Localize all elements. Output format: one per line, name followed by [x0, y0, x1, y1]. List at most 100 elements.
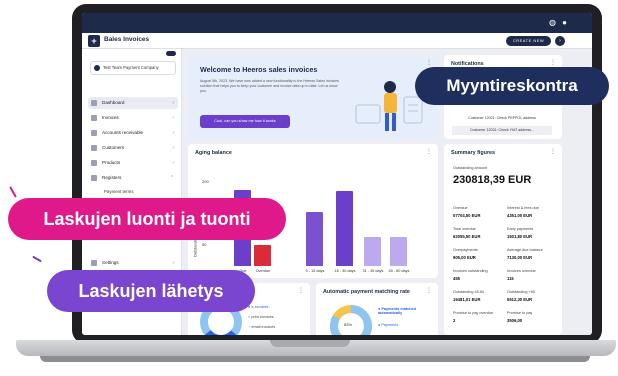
user-icon[interactable]: ● [560, 18, 569, 27]
more-vertical-icon[interactable]: ⋮ [298, 287, 304, 294]
people-icon [91, 145, 97, 151]
legend-payments: ● Payments [378, 323, 399, 327]
sidebar-subitem-payment-terms[interactable]: Payment terms [104, 189, 134, 194]
legend-label: Payments matched automatically [378, 307, 416, 315]
notification-item[interactable]: Customer 12021: Check PEPPOL address [452, 114, 552, 123]
summary-cell-label: Overdue [453, 206, 468, 210]
summary-card: Summary figures ⋮ Outstanding amount 230… [444, 144, 562, 335]
sidebar-item-label: Dashboard [102, 100, 125, 105]
chart-bar [254, 245, 271, 266]
document-icon [91, 115, 97, 121]
summary-cell-label: Outstanding 45-60 [453, 290, 485, 294]
notification-item[interactable]: Customer 12031: Check YIAT address... [452, 126, 552, 135]
sidebar-item-label: Customers [102, 145, 125, 150]
chart-bar [336, 191, 353, 266]
summary-cell-label: Invoices overdue [507, 269, 536, 273]
legend-label: e-invoices [251, 305, 269, 309]
summary-cell-value: 7130,00 EUR [507, 255, 533, 260]
coins-icon [91, 130, 97, 136]
matching-donut [330, 305, 372, 335]
welcome-card: Welcome to Heeros sales invoices August … [188, 55, 438, 139]
sidebar-item-registers[interactable]: Registers ⌃ [88, 172, 178, 184]
summary-cell-value: 5512,30 EUR [507, 297, 533, 302]
chevron-right-icon: › [172, 130, 174, 136]
more-button[interactable]: › [555, 36, 565, 46]
welcome-title: Welcome to Heeros sales invoices [200, 65, 318, 74]
legend-label: Payments [381, 323, 399, 327]
sidebar-item-label: Settings [102, 260, 119, 265]
chevron-up-icon: ⌃ [169, 175, 174, 181]
x-tick-label: 16 - 30 days [334, 269, 356, 273]
chevron-right-icon: › [172, 145, 174, 151]
sparkle-decoration [32, 255, 42, 263]
outstanding-value: 230818,39 EUR [453, 174, 532, 186]
pill-myyntireskontra: Myyntireskontra [415, 67, 609, 105]
sidebar-item-label: Accounts receivable [102, 130, 144, 135]
chart-bar [390, 236, 407, 266]
sidebar-item-dashboard[interactable]: Dashboard › [88, 97, 178, 109]
company-selector[interactable]: Test Team Payment Company [90, 61, 176, 75]
summary-cell-value: 455 [453, 276, 460, 281]
legend-email: ● email invoices [248, 325, 276, 329]
laptop-shadow [40, 356, 590, 362]
welcome-text: August 5th, 2023. We have now added a ne… [200, 79, 339, 93]
company-name: Test Team Payment Company [103, 65, 159, 70]
summary-title: Summary figures [451, 150, 496, 156]
globe-icon[interactable]: ◍ [548, 18, 557, 27]
create-new-button[interactable]: CREATE NEW [506, 36, 551, 46]
pill-laskujen-luonti: Laskujen luonti ja tuonti [8, 198, 286, 240]
summary-cell-label: Average due balance [507, 248, 543, 252]
summary-cell-label: Overpayments [453, 248, 478, 252]
summary-cell-value: 4351,00 EUR [507, 213, 533, 218]
matching-center-value: 83% [344, 322, 353, 327]
list-icon [91, 175, 97, 181]
gear-icon [91, 260, 97, 266]
grid-icon [91, 100, 97, 106]
more-vertical-icon[interactable]: ⋮ [550, 148, 556, 155]
legend-label: email invoices [251, 325, 276, 329]
laptop-notch [270, 340, 350, 347]
summary-cell-value: 62055,50 EUR [453, 234, 481, 239]
box-icon [91, 160, 97, 166]
summary-cell-value: 3506,00 [507, 318, 523, 323]
legend-label: print invoices [251, 315, 274, 319]
more-vertical-icon[interactable]: ⋮ [550, 59, 556, 66]
sidebar-item-accounts-receivable[interactable]: Accounts receivable › [88, 127, 178, 139]
summary-cell-value: 905,00 EUR [453, 255, 476, 260]
chart-bar [364, 236, 381, 266]
y-tick-label: 200 [202, 179, 209, 184]
summary-cell-label: Outstanding +60 [507, 290, 535, 294]
summary-cell-label: Interest & fees due [507, 206, 539, 210]
chevron-right-icon: › [172, 115, 174, 121]
x-tick-label: 31 - 45 days [362, 269, 384, 273]
y-tick-label: 50 [202, 242, 207, 247]
summary-cell-value: 19481,01 EUR [453, 297, 481, 302]
sidebar-item-label: Registers [102, 175, 122, 180]
sidebar-item-label: Invoices [102, 115, 119, 120]
summary-cell-value: 2 [453, 318, 456, 323]
welcome-tour-button[interactable]: Cool, can you show me how it works [200, 115, 290, 128]
matching-title: Automatic payment matching rate [323, 289, 410, 295]
x-tick-label: 45 - 60 days [388, 269, 410, 273]
sidebar-toggle[interactable] [166, 51, 176, 56]
sparkle-decoration [9, 186, 17, 198]
summary-cell-label: Promise to pay [507, 311, 533, 315]
outstanding-label: Outstanding amount [453, 166, 488, 170]
chevron-right-icon: › [172, 260, 174, 266]
summary-cell-value: 115 [507, 276, 514, 281]
sidebar-item-customers[interactable]: Customers › [88, 142, 178, 154]
legend-matched: ● Payments matched automatically [378, 307, 416, 315]
more-vertical-icon[interactable]: ⋮ [426, 287, 432, 294]
summary-cell-value: 57704,50 EUR [453, 213, 481, 218]
x-tick-label: Overdue [255, 269, 271, 273]
matching-rate-card: Automatic payment matching rate ⋮ 83% ● … [316, 283, 438, 335]
app-header: + Bales Invoices CREATE NEW › [82, 33, 592, 49]
sidebar-item-invoices[interactable]: Invoices › [88, 112, 178, 124]
sidebar-item-products[interactable]: Products › [88, 157, 178, 169]
summary-cell-label: Total overdue [453, 227, 476, 231]
chevron-right-icon: › [172, 100, 174, 106]
top-bar: ◍ ● [82, 13, 592, 33]
sidebar-item-settings[interactable]: Settings › [88, 257, 178, 269]
more-vertical-icon[interactable]: ⋮ [426, 59, 432, 66]
chart-bar [306, 212, 323, 266]
